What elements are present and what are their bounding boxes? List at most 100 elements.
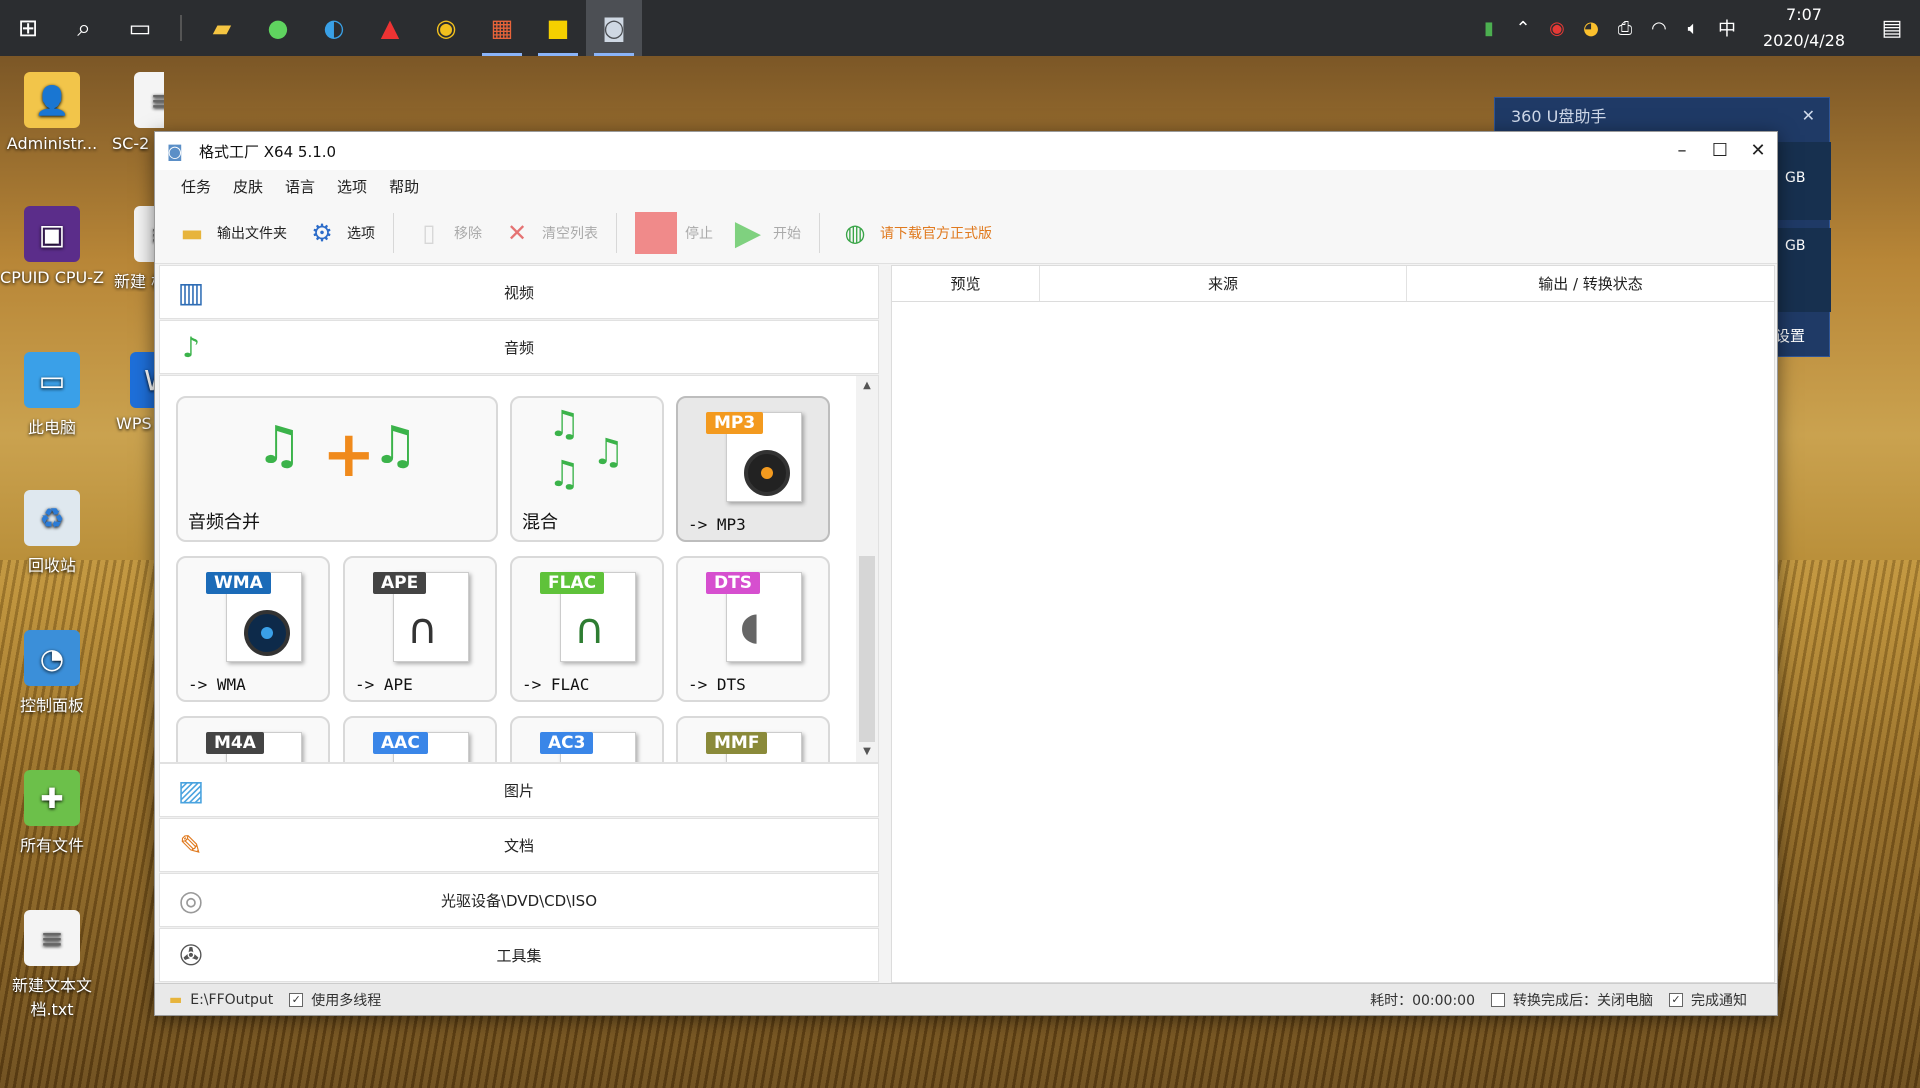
player-icon[interactable]: ■ — [530, 0, 586, 56]
remove-button[interactable]: ▯ 移除 — [412, 216, 482, 250]
warning-app-icon[interactable]: ▲ — [362, 0, 418, 56]
clock-date: 2020/4/28 — [1762, 31, 1846, 50]
to-m4a-tile[interactable]: M4A — [176, 716, 330, 762]
to-ac3-tile[interactable]: AC3 — [510, 716, 664, 762]
desktop-icon-recycle-bin[interactable]: ♻ 回收站 — [0, 490, 104, 576]
clock-time: 7:07 — [1786, 5, 1822, 24]
format-badge: AAC — [373, 732, 428, 754]
desktop-icon-all-files[interactable]: ✚ 所有文件 — [0, 770, 104, 856]
file-explorer-icon[interactable]: ▰ — [194, 0, 250, 56]
clear-list-button[interactable]: ✕ 清空列表 — [500, 216, 598, 250]
tile-label: -> FLAC — [522, 675, 590, 694]
stop-button[interactable]: 停止 — [635, 211, 713, 254]
office-icon[interactable]: ▦ — [474, 0, 530, 56]
scroll-thumb[interactable] — [859, 556, 875, 742]
format-factory-icon[interactable]: ◙ — [586, 0, 642, 56]
music-file-icon: ♫ — [256, 416, 303, 476]
multithread-checkbox[interactable]: ✓ — [289, 992, 304, 1007]
audio-merge-tile[interactable]: ♫ + ♫ 音频合并 — [176, 396, 498, 542]
category-image[interactable]: ▨ 图片 — [159, 763, 879, 817]
desktop-icon-administrator[interactable]: 👤 Administr... — [0, 72, 104, 153]
desktop-icon-new-text-file[interactable]: ≡ 新建文本文档.txt — [0, 910, 104, 1020]
category-tools[interactable]: ✇ 工具集 — [159, 928, 879, 982]
category-label: 光驱设备\DVD\CD\ISO — [440, 891, 598, 910]
category-disc[interactable]: ◎ 光驱设备\DVD\CD\ISO — [159, 873, 879, 927]
volume-icon[interactable]: 🔈︎ — [1676, 18, 1710, 39]
notification-icon[interactable]: ▤ — [1864, 16, 1920, 41]
category-video[interactable]: ▥ 视频 — [159, 265, 879, 319]
device-icon[interactable]: ⎙ — [1608, 18, 1642, 39]
to-dts-tile[interactable]: DTS ◖ -> DTS — [676, 556, 830, 702]
task-list-header: 预览 来源 输出 / 转换状态 — [892, 266, 1774, 302]
column-source[interactable]: 来源 — [1040, 266, 1407, 301]
remove-file-icon: ▯ — [422, 218, 436, 247]
to-aac-tile[interactable]: AAC — [343, 716, 497, 762]
column-output-status[interactable]: 输出 / 转换状态 — [1407, 266, 1774, 301]
speaker-icon: ◖ — [740, 604, 761, 648]
start-icon[interactable]: ⊞ — [0, 0, 56, 56]
wifi-icon[interactable]: ◠ — [1642, 18, 1676, 39]
desktop-icon-control-panel[interactable]: ◔ 控制面板 — [0, 630, 104, 716]
tray-app-icon[interactable]: ◕ — [1574, 18, 1608, 39]
clock[interactable]: 7:07 2020/4/28 — [1744, 2, 1864, 54]
to-wma-tile[interactable]: WMA -> WMA — [176, 556, 330, 702]
menu-bar: 任务 皮肤 语言 选项 帮助 — [155, 170, 1777, 202]
toolbar-divider — [819, 212, 820, 253]
to-flac-tile[interactable]: FLAC ∩ -> FLAC — [510, 556, 664, 702]
menu-language[interactable]: 语言 — [285, 176, 315, 197]
category-audio[interactable]: ♪ 音频 — [159, 320, 879, 374]
menu-options[interactable]: 选项 — [337, 176, 367, 197]
output-folder-label: 输出文件夹 — [217, 225, 287, 242]
task-view-icon[interactable]: ▭ — [112, 0, 168, 56]
close-icon[interactable]: ✕ — [1739, 132, 1777, 170]
plus-icon: + — [322, 418, 376, 492]
maximize-icon[interactable]: ☐ — [1701, 132, 1739, 170]
recycle-bin-icon: ♻ — [24, 490, 80, 546]
folder-icon: ▬ — [180, 218, 204, 247]
to-mp3-tile[interactable]: MP3 -> MP3 — [676, 396, 830, 542]
title-bar[interactable]: ◙ 格式工厂 X64 5.1.0 – ☐ ✕ — [155, 132, 1777, 170]
window-title: 格式工厂 X64 5.1.0 — [199, 142, 337, 161]
minimize-icon[interactable]: – — [1663, 132, 1701, 170]
search-icon[interactable]: ⌕ — [56, 0, 112, 56]
menu-skin[interactable]: 皮肤 — [233, 176, 263, 197]
tile-label: 混合 — [522, 512, 558, 533]
tile-label: -> APE — [355, 675, 413, 694]
after-convert-label: 转换完成后：关闭电脑 — [1513, 992, 1653, 1009]
scroll-up-icon[interactable]: ▲ — [856, 376, 878, 396]
computer-icon: ▭ — [24, 352, 80, 408]
menu-task[interactable]: 任务 — [181, 176, 211, 197]
battery-app-icon[interactable]: ▮ — [1472, 18, 1506, 39]
options-button[interactable]: ⚙ 选项 — [305, 216, 375, 250]
download-official-link[interactable]: ◍ 请下载官方正式版 — [838, 216, 992, 250]
output-path[interactable]: E:\FFOutput — [190, 992, 273, 1008]
category-label: 图片 — [503, 781, 534, 800]
chrome-icon[interactable]: ◉ — [418, 0, 474, 56]
audio-mix-tile[interactable]: ♫ ♫ ♫ 混合 — [510, 396, 664, 542]
to-ape-tile[interactable]: APE ∩ -> APE — [343, 556, 497, 702]
category-document[interactable]: ✎ 文档 — [159, 818, 879, 872]
desktop-icon-cpuz[interactable]: ▣ CPUID CPU-Z — [0, 206, 104, 287]
menu-help[interactable]: 帮助 — [389, 176, 419, 197]
notify-checkbox[interactable]: ✓ — [1669, 992, 1683, 1007]
to-mmf-tile[interactable]: MMF — [676, 716, 830, 762]
tiles-scrollbar[interactable]: ▲ ▼ — [856, 376, 878, 762]
format-badge: APE — [373, 572, 427, 594]
settings-button[interactable]: 设置 — [1775, 325, 1805, 346]
format-badge: MP3 — [706, 412, 764, 434]
taskbar-divider — [180, 15, 182, 41]
close-icon[interactable]: ✕ — [1802, 106, 1815, 125]
desktop-icon-this-pc[interactable]: ▭ 此电脑 — [0, 352, 104, 438]
after-convert-checkbox[interactable] — [1491, 992, 1505, 1007]
taskbar: ⊞ ⌕ ▭ ▰ ● ◐ ▲ ◉ ▦ ■ ◙ ▮ ⌃ ◉ ◕ ⎙ ◠ 🔈︎ 中 7… — [0, 0, 1920, 56]
desktop-icon-label: 所有文件 — [19, 836, 84, 855]
edge-icon[interactable]: ◐ — [306, 0, 362, 56]
chevron-up-icon[interactable]: ⌃ — [1506, 18, 1540, 39]
wechat-icon[interactable]: ● — [250, 0, 306, 56]
column-preview[interactable]: 预览 — [892, 266, 1040, 301]
start-button[interactable]: ▶ 开始 — [731, 213, 801, 253]
ime-indicator[interactable]: 中 — [1710, 15, 1744, 41]
record-icon[interactable]: ◉ — [1540, 18, 1574, 39]
scroll-down-icon[interactable]: ▼ — [856, 742, 878, 762]
output-folder-button[interactable]: ▬ 输出文件夹 — [175, 216, 287, 250]
